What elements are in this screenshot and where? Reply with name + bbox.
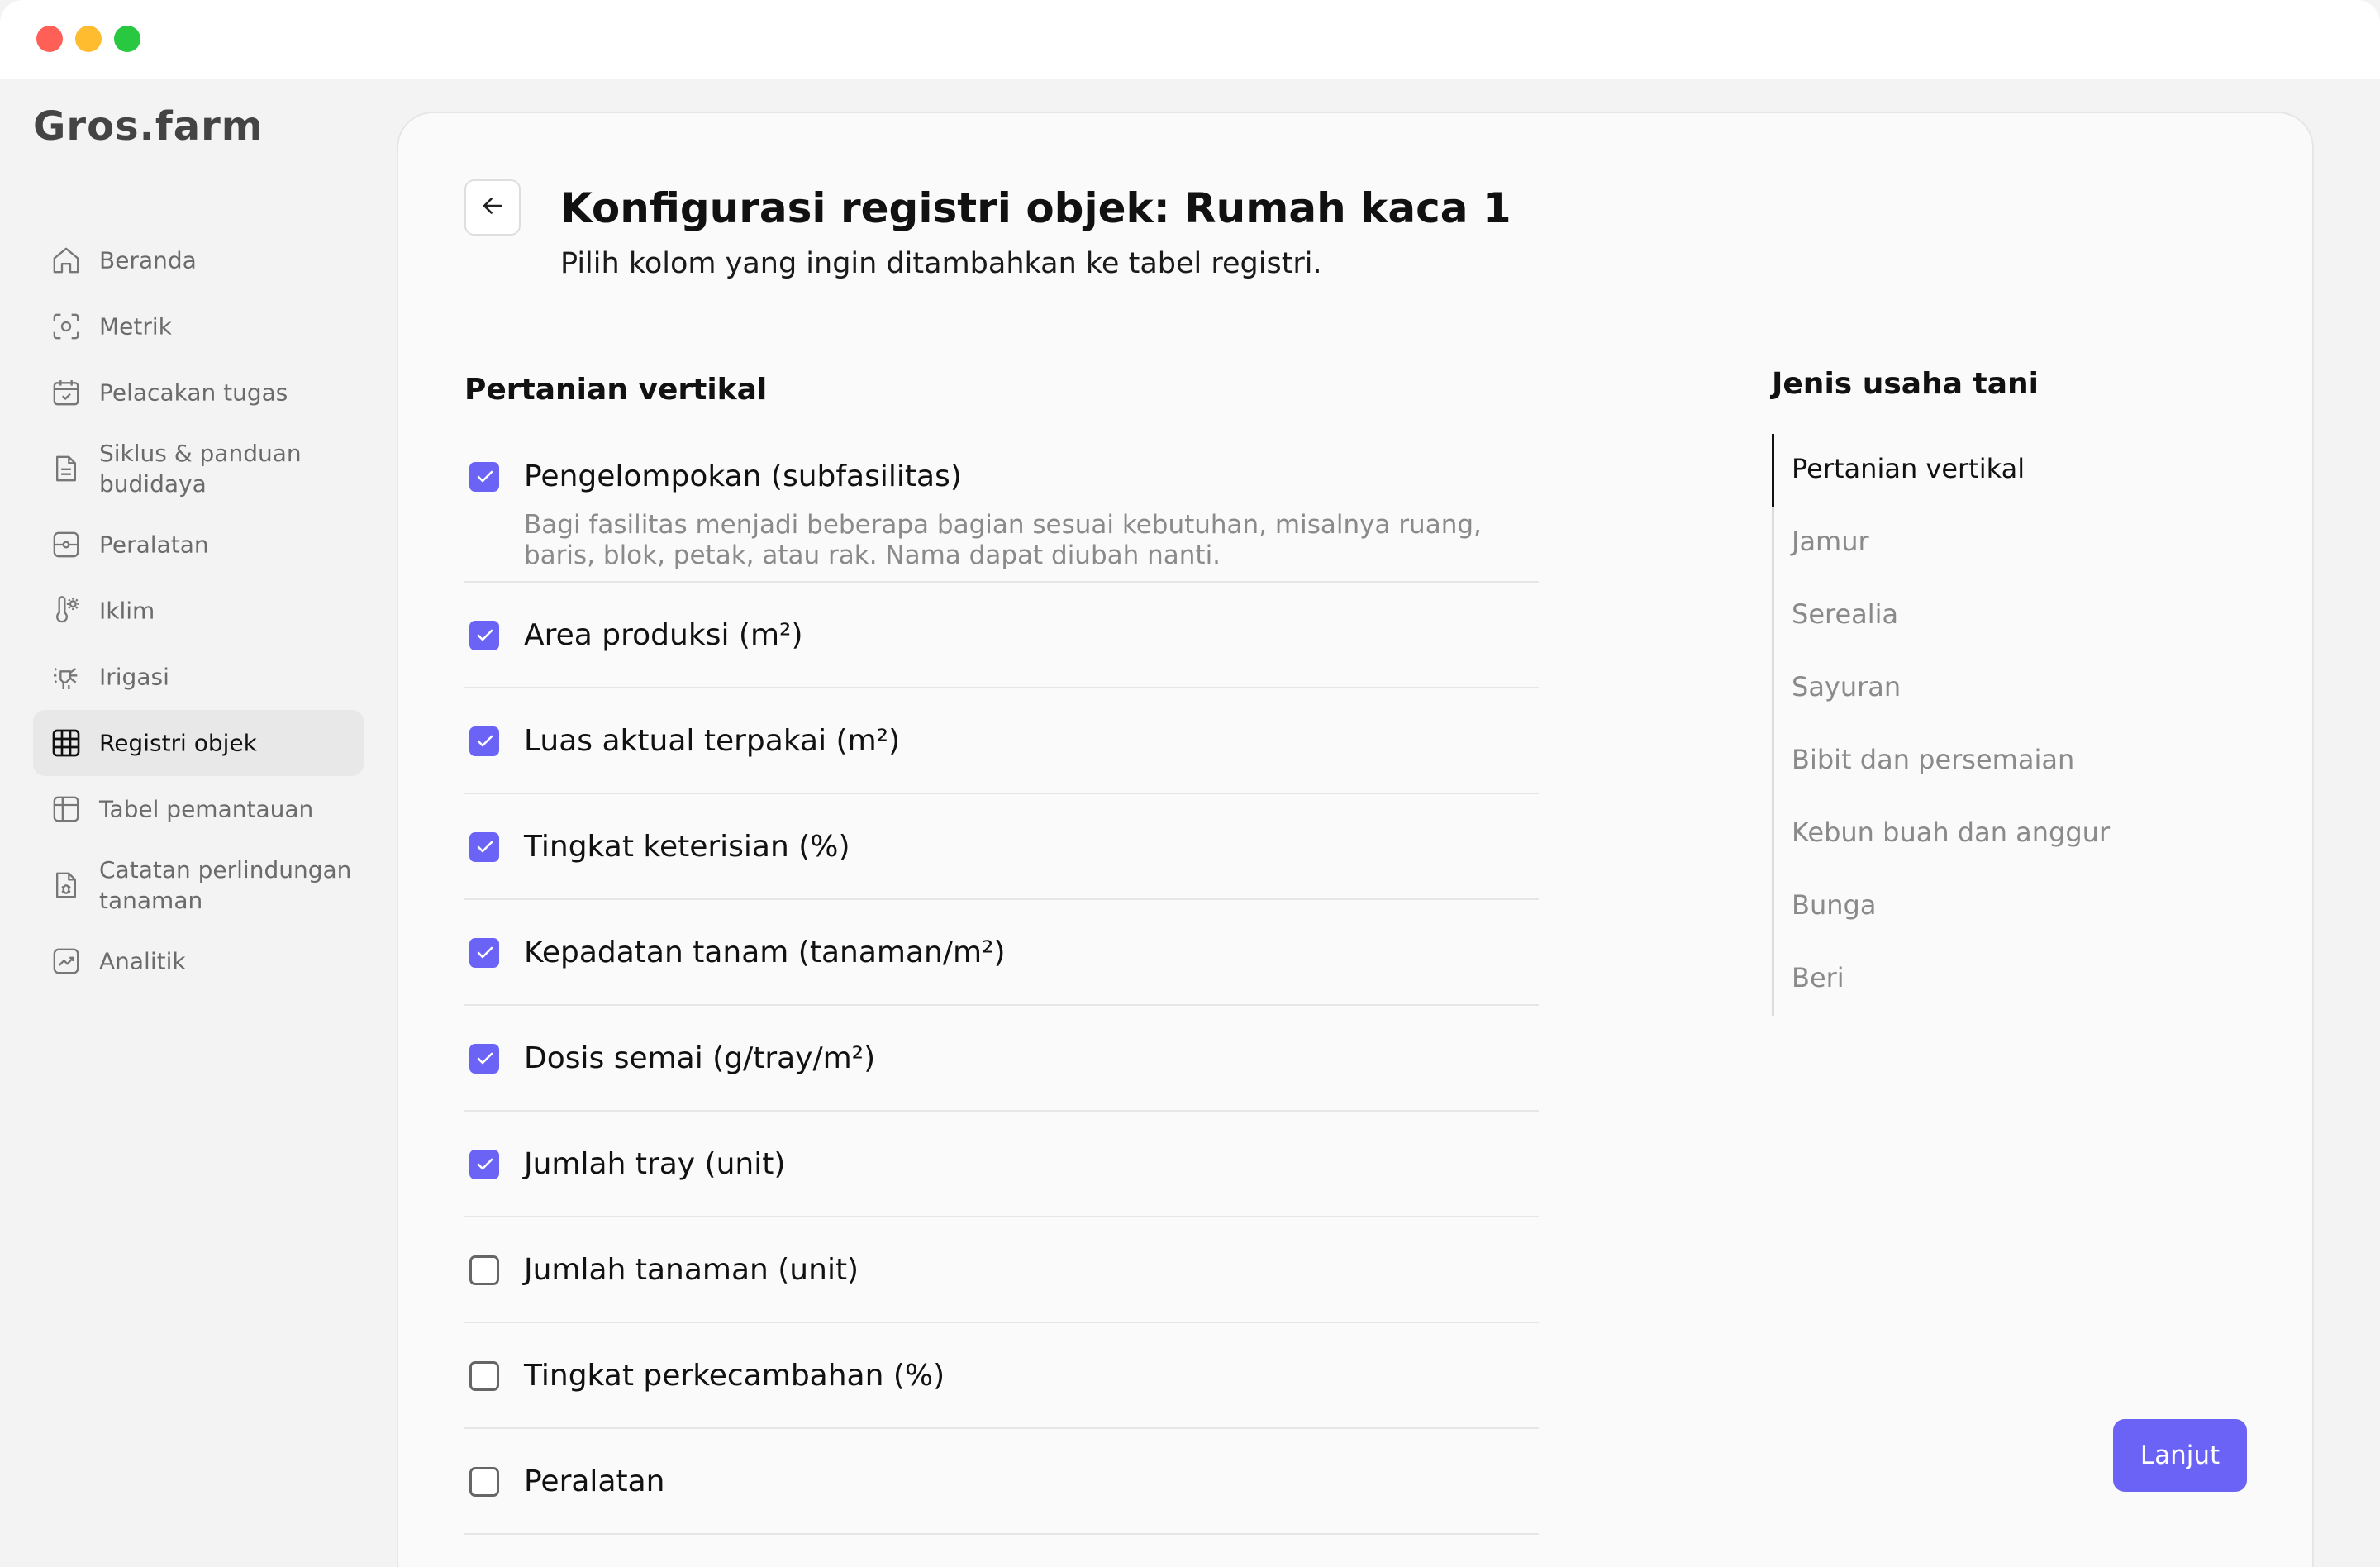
farm-type-label: Sayuran: [1792, 671, 1902, 703]
column-options-list: Pengelompokan (subfasilitas) Bagi fasili…: [464, 427, 1539, 1535]
option-label: Dosis semai (g/tray/m²): [524, 1041, 876, 1075]
checkbox-checked[interactable]: [469, 621, 499, 650]
farm-type-bibit-persemaian[interactable]: Bibit dan persemaian: [1774, 725, 2119, 798]
farm-type-label: Serealia: [1792, 598, 1899, 630]
document-icon: [50, 452, 83, 485]
table-icon: [50, 793, 83, 826]
sidebar-item-label: Analitik: [99, 947, 186, 975]
sidebar-item-analitik[interactable]: Analitik: [33, 928, 364, 994]
window-titlebar: [0, 0, 2380, 79]
option-row-jumlah-tanaman: Jumlah tanaman (unit): [464, 1217, 1539, 1323]
checkbox-unchecked[interactable]: [469, 1467, 499, 1497]
minimize-window-button[interactable]: [75, 26, 102, 52]
metrics-icon: [50, 310, 83, 343]
sidebar-item-label: Beranda: [99, 246, 197, 274]
sidebar-item-label: Siklus & panduan budidaya: [99, 440, 302, 498]
sidebar-item-label: Irigasi: [99, 663, 169, 691]
bug-document-icon: [50, 869, 83, 902]
sidebar-item-pelacakan-tugas[interactable]: Pelacakan tugas: [33, 360, 364, 426]
sidebar-item-beranda[interactable]: Beranda: [33, 227, 364, 293]
option-row-luas-aktual: Luas aktual terpakai (m²): [464, 688, 1539, 794]
next-button[interactable]: Lanjut: [2113, 1419, 2247, 1492]
farm-type-label: Pertanian vertikal: [1792, 453, 2025, 484]
grid-icon: [50, 726, 83, 760]
sidebar-item-catatan-perlindungan[interactable]: Catatan perlindungan tanaman: [33, 842, 364, 928]
arrow-left-icon: [478, 192, 507, 223]
sidebar-item-irigasi[interactable]: Irigasi: [33, 644, 364, 710]
farm-type-pertanian-vertikal[interactable]: Pertanian vertikal: [1772, 434, 2119, 507]
farm-type-label: Jamur: [1792, 526, 1869, 557]
option-label: Area produksi (m²): [524, 618, 803, 652]
farm-type-label: Bunga: [1792, 889, 1877, 921]
home-icon: [50, 244, 83, 277]
page-subtitle: Pilih kolom yang ingin ditambahkan ke ta…: [560, 247, 1322, 280]
farm-type-jamur[interactable]: Jamur: [1774, 507, 2119, 579]
sidebar-item-label: Registri objek: [99, 729, 257, 757]
option-label: Luas aktual terpakai (m²): [524, 724, 901, 758]
sidebar-item-siklus-panduan[interactable]: Siklus & panduan budidaya: [33, 426, 364, 512]
back-button[interactable]: [464, 179, 521, 236]
option-row-tingkat-keterisian: Tingkat keterisian (%): [464, 794, 1539, 900]
option-label: Jumlah tanaman (unit): [524, 1253, 859, 1287]
farm-type-label: Beri: [1792, 962, 1844, 993]
option-row-dosis-semai: Dosis semai (g/tray/m²): [464, 1006, 1539, 1112]
farm-type-label: Bibit dan persemaian: [1792, 744, 2075, 775]
option-label: Tingkat keterisian (%): [524, 830, 850, 864]
sprinkler-icon: [50, 660, 83, 693]
option-row-pengelompokan: Pengelompokan (subfasilitas) Bagi fasili…: [464, 427, 1539, 583]
sidebar-item-registri-objek[interactable]: Registri objek: [33, 710, 364, 776]
option-label: Kepadatan tanam (tanaman/m²): [524, 936, 1006, 969]
option-row-peralatan: Peralatan: [464, 1429, 1539, 1535]
farm-types-title: Jenis usaha tani: [1772, 367, 2040, 401]
option-label: Tingkat perkecambahan (%): [524, 1359, 945, 1393]
maximize-window-button[interactable]: [114, 26, 140, 52]
farm-type-label: Kebun buah dan anggur: [1792, 817, 2111, 848]
equipment-icon: [50, 528, 83, 561]
sidebar: Gros.farm Beranda Metrik Pelacakan tugas…: [0, 79, 397, 1567]
section-title: Pertanian vertikal: [464, 373, 768, 407]
page-title: Konfigurasi registri objek: Rumah kaca 1: [560, 184, 1511, 232]
checkbox-checked[interactable]: [469, 726, 499, 756]
sidebar-item-label: Metrik: [99, 312, 172, 341]
option-label: Jumlah tray (unit): [524, 1147, 786, 1181]
option-row-area-produksi: Area produksi (m²): [464, 583, 1539, 688]
option-description: Bagi fasilitas menjadi beberapa bagian s…: [524, 510, 1482, 570]
farm-types-nav: Pertanian vertikal Jamur Serealia Sayura…: [1772, 434, 2119, 1016]
option-label: Pengelompokan (subfasilitas): [524, 460, 962, 493]
sidebar-nav: Beranda Metrik Pelacakan tugas Siklus & …: [33, 227, 364, 994]
chart-trend-icon: [50, 945, 83, 978]
close-window-button[interactable]: [36, 26, 63, 52]
app-logo[interactable]: Gros.farm: [33, 103, 264, 150]
sidebar-item-label: Iklim: [99, 597, 155, 625]
sidebar-item-label: Peralatan: [99, 531, 209, 559]
checkbox-unchecked[interactable]: [469, 1361, 499, 1391]
option-row-kepadatan-tanam: Kepadatan tanam (tanaman/m²): [464, 900, 1539, 1006]
checkbox-checked[interactable]: [469, 1150, 499, 1179]
option-row-jumlah-tray: Jumlah tray (unit): [464, 1112, 1539, 1217]
farm-type-kebun-buah-anggur[interactable]: Kebun buah dan anggur: [1774, 798, 2119, 870]
farm-type-bunga[interactable]: Bunga: [1774, 870, 2119, 943]
sidebar-item-peralatan[interactable]: Peralatan: [33, 512, 364, 578]
sidebar-item-metrik[interactable]: Metrik: [33, 293, 364, 360]
checkbox-checked[interactable]: [469, 462, 499, 492]
option-row-tingkat-perkecambahan: Tingkat perkecambahan (%): [464, 1323, 1539, 1429]
main-card: Konfigurasi registri objek: Rumah kaca 1…: [397, 112, 2314, 1567]
sidebar-item-label: Tabel pemantauan: [99, 795, 314, 823]
sidebar-item-label: Catatan perlindungan tanaman: [99, 856, 352, 914]
option-label: Peralatan: [524, 1465, 665, 1498]
checkbox-checked[interactable]: [469, 832, 499, 862]
checkbox-checked[interactable]: [469, 938, 499, 968]
sidebar-item-iklim[interactable]: Iklim: [33, 578, 364, 644]
calendar-check-icon: [50, 376, 83, 409]
thermometer-sun-icon: [50, 594, 83, 627]
farm-type-beri[interactable]: Beri: [1774, 943, 2119, 1016]
farm-type-sayuran[interactable]: Sayuran: [1774, 652, 2119, 725]
farm-type-serealia[interactable]: Serealia: [1774, 579, 2119, 652]
sidebar-item-tabel-pemantauan[interactable]: Tabel pemantauan: [33, 776, 364, 842]
checkbox-unchecked[interactable]: [469, 1255, 499, 1285]
checkbox-checked[interactable]: [469, 1044, 499, 1074]
sidebar-item-label: Pelacakan tugas: [99, 379, 288, 407]
